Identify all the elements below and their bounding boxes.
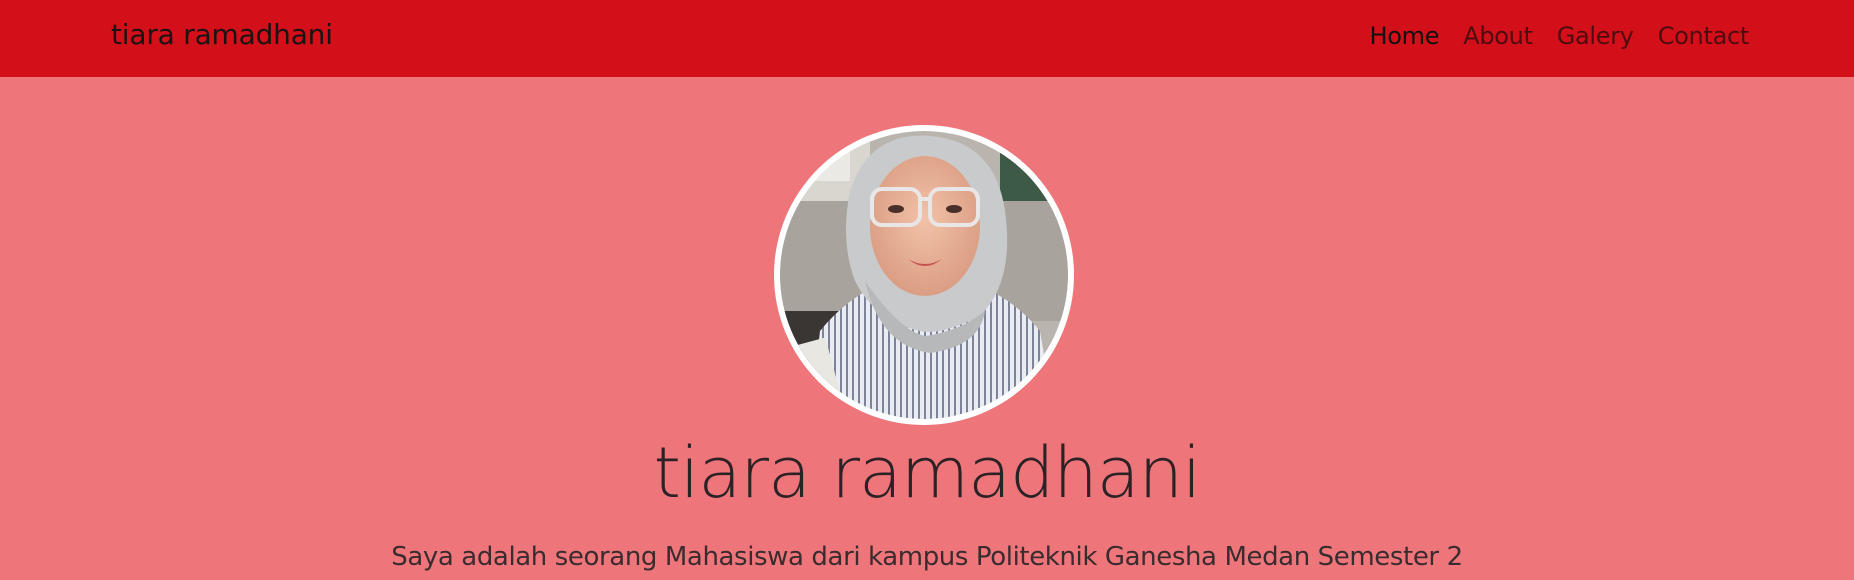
hero-subtitle: Saya adalah seorang Mahasiswa dari kampu… [391, 542, 1463, 572]
navbar: tiara ramadhani Home About Galery Contac… [0, 0, 1854, 77]
profile-avatar [774, 125, 1074, 425]
nav-link-galery[interactable]: Galery [1557, 22, 1634, 50]
hero-title: tiara ramadhani [653, 432, 1202, 514]
hero-section: tiara ramadhani Saya adalah seorang Maha… [0, 77, 1854, 580]
nav-link-about[interactable]: About [1463, 22, 1533, 50]
nav-link-home[interactable]: Home [1370, 22, 1440, 50]
nav-links: Home About Galery Contact [1370, 22, 1750, 50]
profile-photo [780, 131, 1068, 419]
brand-link[interactable]: tiara ramadhani [111, 18, 333, 51]
nav-link-contact[interactable]: Contact [1658, 22, 1750, 50]
